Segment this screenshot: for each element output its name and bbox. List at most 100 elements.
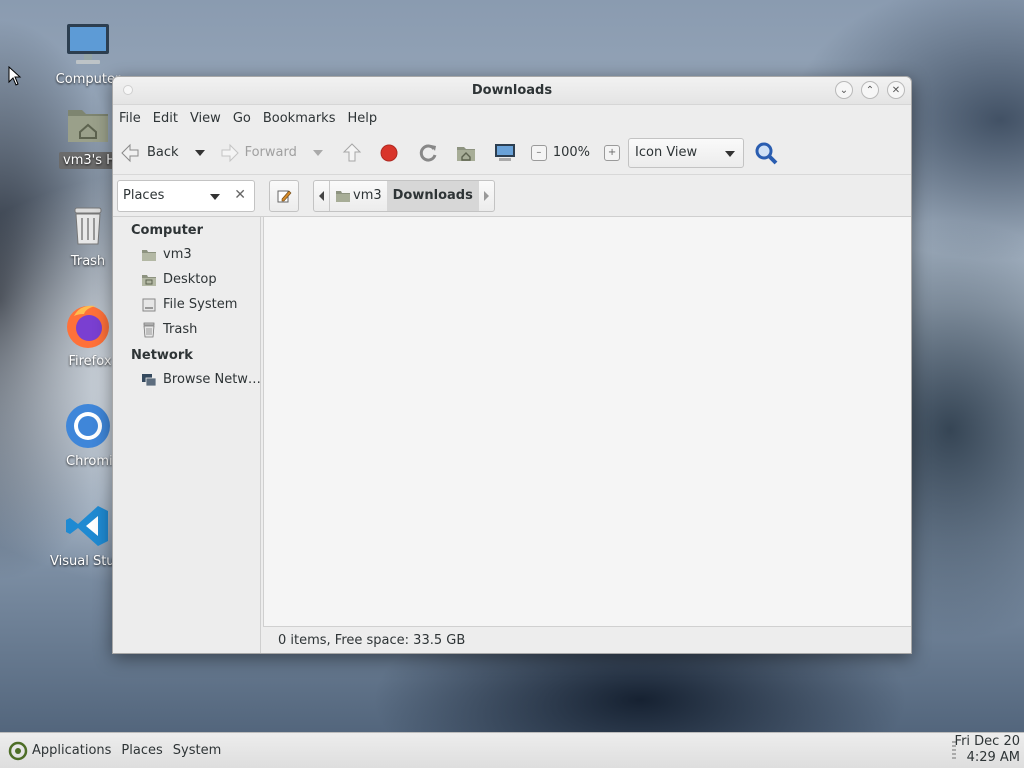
location-bar: Places ✕ vm3 Downloads xyxy=(113,175,911,217)
network-icon xyxy=(142,373,157,386)
sidebar-item-browse-network[interactable]: Browse Netw… xyxy=(113,367,260,392)
window-title: Downloads xyxy=(471,83,553,98)
home-folder-icon xyxy=(142,249,156,261)
places-sidebar: Computer vm3 Desktop File System Trash N… xyxy=(113,217,261,653)
view-mode-select[interactable]: Icon View xyxy=(628,137,745,168)
maximize-button[interactable]: ⌃ xyxy=(861,81,879,99)
stop-icon xyxy=(380,144,398,161)
places-combo[interactable]: Places ✕ xyxy=(117,179,255,212)
reload-button[interactable] xyxy=(417,138,439,168)
menubar: File Edit View Go Bookmarks Help xyxy=(113,105,911,131)
system-menu[interactable]: System xyxy=(173,743,221,758)
desktop-icon-label: Firefox xyxy=(68,354,112,369)
reload-icon xyxy=(419,144,437,162)
mate-logo-icon[interactable] xyxy=(8,741,28,761)
sidebar-item-desktop[interactable]: Desktop xyxy=(113,267,260,292)
sidebar-item-label: Browse Netw… xyxy=(163,372,260,387)
minimize-button[interactable]: ⌄ xyxy=(835,81,853,99)
forward-label: Forward xyxy=(244,145,297,160)
zoom-level[interactable]: 100% xyxy=(553,138,590,168)
close-sidebar-icon[interactable]: ✕ xyxy=(234,187,246,203)
toolbar: Back Forward – 100% + Icon View xyxy=(113,131,911,175)
back-arrow-icon xyxy=(121,143,139,162)
menu-edit[interactable]: Edit xyxy=(153,111,178,126)
close-icon: ✕ xyxy=(891,84,901,96)
forward-button[interactable]: Forward xyxy=(219,138,297,168)
sidebar-item-file-system[interactable]: File System xyxy=(113,292,260,317)
sidebar-item-label: Desktop xyxy=(163,272,217,287)
chevron-down-icon xyxy=(312,149,323,156)
home-button[interactable] xyxy=(455,138,477,168)
chromium-icon xyxy=(64,402,112,450)
places-menu[interactable]: Places xyxy=(121,743,162,758)
applications-menu[interactable]: Applications xyxy=(32,743,111,758)
bottom-panel: Applications Places System Fri Dec 20 4:… xyxy=(0,732,1024,768)
vscode-icon xyxy=(64,502,112,550)
firefox-icon xyxy=(64,302,112,350)
clock[interactable]: Fri Dec 20 4:29 AM xyxy=(955,734,1020,766)
view-mode-value: Icon View xyxy=(635,145,698,160)
sidebar-item-vm3[interactable]: vm3 xyxy=(113,242,260,267)
breadcrumb-label: Downloads xyxy=(392,188,473,203)
monitor-icon xyxy=(494,143,515,161)
status-bar: 0 items, Free space: 33.5 GB xyxy=(263,626,911,653)
chevron-down-icon xyxy=(725,150,736,157)
search-button[interactable] xyxy=(754,138,778,168)
computer-button[interactable] xyxy=(493,138,517,168)
menu-go[interactable]: Go xyxy=(233,111,251,126)
breadcrumb-label: vm3 xyxy=(353,188,382,203)
breadcrumb-back-arrow[interactable] xyxy=(314,181,329,211)
desktop-icon-label: Chromium xyxy=(66,454,116,469)
menu-bookmarks[interactable]: Bookmarks xyxy=(263,111,336,126)
file-manager-window: Downloads ⌄ ⌃ ✕ File Edit View Go Bookma… xyxy=(112,76,912,654)
breadcrumb-item-downloads[interactable]: Downloads xyxy=(386,180,479,211)
edit-location-button[interactable] xyxy=(269,179,299,212)
sidebar-header-computer: Computer xyxy=(131,223,204,238)
chevron-down-icon: ⌄ xyxy=(839,84,849,96)
sidebar-item-label: Trash xyxy=(163,322,198,337)
desktop-folder-icon xyxy=(142,274,156,286)
up-arrow-icon xyxy=(342,142,362,161)
titlebar[interactable]: Downloads ⌄ ⌃ ✕ xyxy=(113,77,911,105)
breadcrumb-item-vm3[interactable]: vm3 xyxy=(329,180,387,211)
zoom-in-icon: + xyxy=(604,144,621,161)
stop-button[interactable] xyxy=(379,138,399,168)
status-text: 0 items, Free space: 33.5 GB xyxy=(278,632,466,648)
chevron-down-icon xyxy=(194,149,205,156)
edit-icon xyxy=(277,190,292,202)
mouse-cursor-icon xyxy=(8,66,22,86)
forward-arrow-icon xyxy=(221,143,239,162)
sidebar-item-trash[interactable]: Trash xyxy=(113,317,260,342)
zoom-out-button[interactable]: – xyxy=(530,138,547,168)
sidebar-header-network: Network xyxy=(131,348,193,363)
back-history-dropdown[interactable] xyxy=(194,138,205,168)
drive-icon xyxy=(142,298,156,311)
up-button[interactable] xyxy=(341,138,363,168)
chevron-down-icon xyxy=(210,193,220,200)
home-folder-icon xyxy=(456,146,475,161)
home-folder-icon xyxy=(64,100,112,148)
breadcrumb: vm3 Downloads xyxy=(313,179,495,212)
file-view-area[interactable] xyxy=(263,217,911,626)
back-button[interactable]: Back xyxy=(119,138,179,168)
menu-file[interactable]: File xyxy=(119,111,141,126)
home-folder-icon xyxy=(336,190,350,202)
monitor-icon xyxy=(64,20,112,68)
trash-icon xyxy=(143,322,155,337)
sidebar-item-label: vm3 xyxy=(163,247,192,262)
sidebar-item-label: File System xyxy=(163,297,238,312)
chevron-left-icon xyxy=(319,190,324,201)
clock-time: 4:29 AM xyxy=(966,750,1020,765)
search-icon xyxy=(755,142,778,164)
menu-help[interactable]: Help xyxy=(347,111,377,126)
menu-view[interactable]: View xyxy=(190,111,221,126)
zoom-out-icon: – xyxy=(530,144,547,161)
forward-history-dropdown[interactable] xyxy=(312,138,323,168)
places-combo-value: Places xyxy=(123,188,165,203)
breadcrumb-forward-arrow[interactable] xyxy=(479,181,494,211)
close-button[interactable]: ✕ xyxy=(887,81,905,99)
zoom-in-button[interactable]: + xyxy=(604,138,621,168)
clock-date: Fri Dec 20 xyxy=(954,734,1020,749)
chevron-right-icon xyxy=(483,190,489,201)
chevron-up-icon: ⌃ xyxy=(865,84,875,96)
